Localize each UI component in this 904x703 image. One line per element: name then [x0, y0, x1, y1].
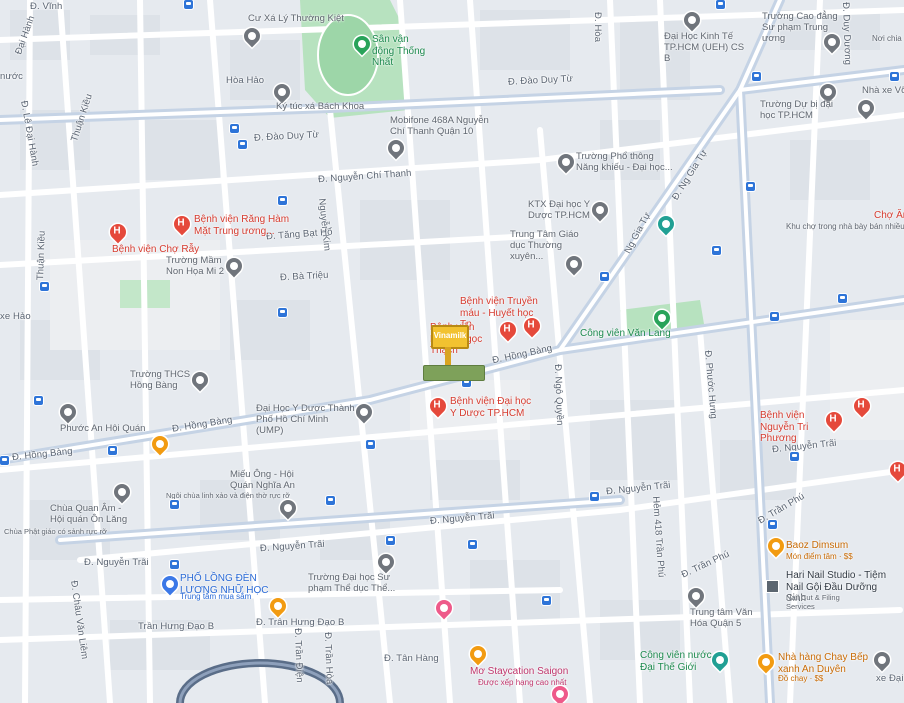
street-label-thuan-kieu-2: Thuận Kiều — [35, 230, 48, 281]
poi-noi-chia[interactable]: Nơi chia — [872, 34, 902, 43]
poi-baoz-sub: Món điểm tâm · $$ — [786, 552, 853, 561]
street-label-vinh: Đ. Vĩnh — [30, 1, 63, 12]
poi-san-van-dong[interactable]: Sân vận động Thống Nhất — [372, 34, 432, 69]
street-label-tan-hang: Đ. Tân Hàng — [384, 653, 439, 664]
street-label-nguyen-trai-5: Đ. Nguyễn Trãi — [84, 557, 149, 568]
billboard-post — [445, 347, 451, 365]
street-label-ho-hao: xe Hảo — [0, 311, 31, 322]
poi-truong-cao-dang[interactable]: Trường Cao đẳng Sư phạm Trung ương — [762, 11, 848, 45]
billboard-board: Vinamilk — [431, 325, 469, 349]
poi-pho-long-den-sub: Trung tâm mua sắm — [180, 592, 252, 601]
poi-khu-cho[interactable]: Khu chợ trong nhà bày bán nhiều — [786, 222, 904, 231]
poi-chua-quan-am[interactable]: Chùa Quan Âm - Hội quán Ôn Lăng — [50, 503, 130, 526]
bus-stop-icon[interactable] — [326, 496, 335, 505]
poi-nha-hang-sub: Đồ chay · $$ — [778, 674, 824, 683]
bus-stop-icon[interactable] — [542, 596, 551, 605]
poi-bv-dh-y-duoc[interactable]: Bệnh viện Đại học Y Dược TP.HCM — [450, 396, 534, 419]
poi-cong-vien-nuoc[interactable]: Công viên nước Đại Thế Giới — [640, 650, 716, 673]
bus-stop-icon[interactable] — [34, 396, 43, 405]
bus-stop-icon[interactable] — [170, 500, 179, 509]
poi-cong-vien-van-lang[interactable]: Công viên Văn Lang — [580, 328, 671, 340]
poi-ktx-dh-y[interactable]: KTX Đại học Y Dược TP.HCM — [528, 199, 592, 222]
bus-stop-icon[interactable] — [752, 72, 761, 81]
street-label-do-hoa: Đ. Hòa — [592, 12, 603, 43]
poi-mo-staycation[interactable]: Mơ Staycation Saigon — [470, 666, 568, 678]
street-label-ngo-quyen: Đ. Ngô Quyền — [552, 363, 566, 426]
bus-stop-icon[interactable] — [890, 72, 899, 81]
bus-stop-icon[interactable] — [712, 246, 721, 255]
poi-mo-sub: Được xếp hạng cao nhất — [478, 678, 567, 687]
street-label-hoa-hao: Hòa Hảo — [226, 75, 265, 86]
poi-trung-tam-van-hoa[interactable]: Trung tâm Văn Hóa Quận 5 — [690, 607, 760, 630]
poi-bv-cho-ray[interactable]: Bệnh viện Chợ Rẫy — [112, 244, 199, 256]
bus-stop-icon[interactable] — [278, 308, 287, 317]
shop-square-icon[interactable] — [766, 580, 779, 593]
bus-stop-icon[interactable] — [386, 536, 395, 545]
poi-mieu-ong-sub: Ngôi chùa linh xảo và điện thờ rực rỡ — [166, 491, 291, 500]
poi-truong-dh-su-pham[interactable]: Trường Đại học Sư phạm Thể dục Thể... — [308, 572, 398, 595]
bus-stop-icon[interactable] — [600, 272, 609, 281]
poi-phuoc-an-hoi-quan[interactable]: Phước An Hội Quán — [60, 423, 145, 435]
bus-stop-icon[interactable] — [184, 0, 193, 9]
bus-stop-icon[interactable] — [838, 294, 847, 303]
street-label-tran-dien: Đ. Trần Điện — [292, 627, 305, 683]
poi-ky-tuc-xa[interactable]: Ký túc xá Bách Khoa — [276, 101, 364, 113]
bus-stop-icon[interactable] — [746, 182, 755, 191]
bus-stop-icon[interactable] — [230, 124, 239, 133]
poi-nha-hang-chay[interactable]: Nhà hàng Chay Bếp xanh An Duyên — [778, 652, 874, 675]
poi-bv-rang-ham-mat[interactable]: Bệnh viện Răng Hàm Mặt Trung ương... — [194, 214, 290, 237]
bus-stop-icon[interactable] — [0, 456, 9, 465]
bus-stop-icon[interactable] — [790, 452, 799, 461]
poi-mam-non[interactable]: Trường Mầm Non Họa Mi 2 — [166, 255, 228, 278]
poi-trung-tam-giao-duc[interactable]: Trung Tâm Giáo dục Thường xuyên... — [510, 229, 584, 263]
bus-stop-icon[interactable] — [716, 0, 725, 9]
street-label-tran-hoa: Đ. Trần Hòa — [322, 631, 335, 685]
poi-truong-du-bi[interactable]: Trường Dự bị đại học TP.HCM — [760, 99, 850, 122]
bus-stop-icon[interactable] — [238, 140, 247, 149]
bus-stop-icon[interactable] — [768, 520, 777, 529]
poi-bv-nguyen-tri-phuong[interactable]: Bệnh viện Nguyễn Tri Phương — [760, 410, 830, 445]
bus-stop-icon[interactable] — [108, 446, 117, 455]
street-label-tran-hung-dao-b: Trần Hưng Đạo B — [138, 621, 215, 632]
poi-mobifone[interactable]: Mobifone 468A Nguyễn Chí Thanh Quận 10 — [390, 115, 500, 138]
poi-pho-thong-nang-khieu[interactable]: Trường Phổ thông Năng khiếu - Đại học... — [576, 151, 676, 174]
bus-stop-icon[interactable] — [366, 440, 375, 449]
poi-hari-sub: Nail Cut & Filing Services — [786, 593, 840, 611]
poi-mieu-ong[interactable]: Miếu Ông - Hội Quán Nghĩa An — [230, 469, 304, 492]
billboard-marker[interactable]: Vinamilk — [423, 325, 485, 383]
billboard-base — [423, 365, 485, 381]
poi-chua-quan-am-sub: Chùa Phật giáo có sảnh rực rỡ — [4, 527, 107, 536]
bus-stop-icon[interactable] — [468, 540, 477, 549]
poi-cu-xa[interactable]: Cư Xá Lý Thường Kiệt — [248, 13, 344, 25]
bus-stop-icon[interactable] — [170, 560, 179, 569]
poi-thcs-hong-bang[interactable]: Trường THCS Hồng Bàng — [130, 369, 194, 392]
poi-nha-xe[interactable]: Nhà xe Võ — [862, 85, 904, 97]
poi-baoz-dimsum[interactable]: Baoz Dimsum — [786, 540, 848, 552]
bus-stop-icon[interactable] — [278, 196, 287, 205]
poi-dh-kinh-te[interactable]: Đại Học Kinh Tế TP.HCM (UEH) CS B — [664, 31, 746, 65]
bus-stop-icon[interactable] — [40, 282, 49, 291]
poi-dh-y-duoc[interactable]: Đại Học Y Dược Thành Phố Hồ Chí Minh (UM… — [256, 403, 356, 437]
bus-stop-icon[interactable] — [590, 492, 599, 501]
poi-cho-an[interactable]: Chợ Ăn — [874, 210, 904, 222]
street-label-nuoc: nước — [0, 71, 24, 82]
map-canvas[interactable]: Đ. Vĩnh Đại Hành nước Hòa Hảo Đ. Đào Duy… — [0, 0, 904, 703]
street-label-xe-dai: xe Đại — [876, 673, 904, 684]
bus-stop-icon[interactable] — [770, 312, 779, 321]
